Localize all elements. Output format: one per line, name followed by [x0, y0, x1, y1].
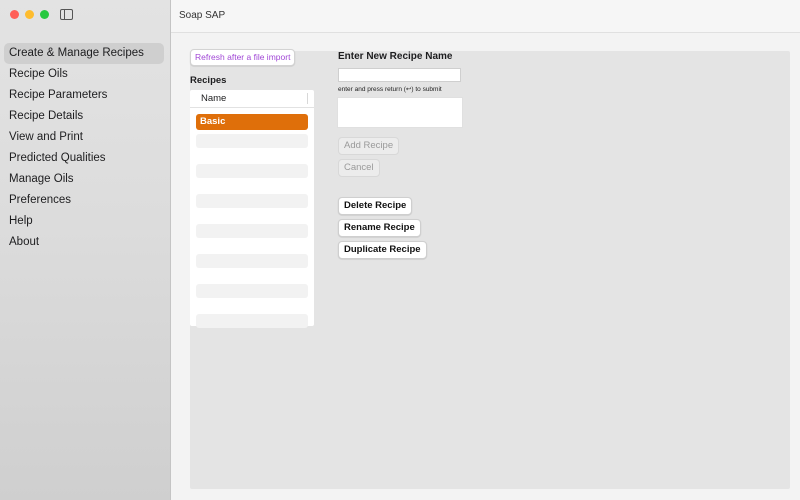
close-window-button[interactable]	[10, 10, 19, 19]
table-row-empty	[196, 314, 308, 328]
sidebar-item-manage-oils[interactable]: Manage Oils	[4, 169, 164, 190]
sidebar: Create & Manage Recipes Recipe Oils Reci…	[0, 0, 171, 500]
sidebar-item-view-and-print[interactable]: View and Print	[4, 127, 164, 148]
table-row-empty	[196, 194, 308, 208]
minimize-window-button[interactable]	[25, 10, 34, 19]
title-bar: Soap SAP	[171, 0, 800, 33]
zoom-window-button[interactable]	[40, 10, 49, 19]
table-row[interactable]: Basic	[196, 114, 308, 130]
table-header-name[interactable]: Name	[190, 90, 314, 108]
sidebar-item-preferences[interactable]: Preferences	[4, 190, 164, 211]
window-controls	[10, 10, 49, 19]
window-title: Soap SAP	[179, 10, 226, 21]
table-row-empty	[196, 284, 308, 298]
duplicate-recipe-button[interactable]: Duplicate Recipe	[338, 241, 427, 259]
delete-recipe-button[interactable]: Delete Recipe	[338, 197, 413, 215]
sidebar-item-about[interactable]: About	[4, 232, 164, 253]
new-recipe-label: Enter New Recipe Name	[338, 51, 453, 62]
sidebar-item-predicted-qualities[interactable]: Predicted Qualities	[4, 148, 164, 169]
table-row-empty	[196, 254, 308, 268]
recipes-heading: Recipes	[190, 75, 227, 86]
cancel-button[interactable]: Cancel	[338, 159, 380, 177]
sidebar-nav: Create & Manage Recipes Recipe Oils Reci…	[4, 43, 164, 253]
sidebar-item-help[interactable]: Help	[4, 211, 164, 232]
rename-recipe-button[interactable]: Rename Recipe	[338, 219, 421, 237]
table-row-empty	[196, 164, 308, 178]
table-row-empty	[196, 134, 308, 148]
sidebar-item-create-manage-recipes[interactable]: Create & Manage Recipes	[4, 43, 164, 64]
sidebar-item-recipe-parameters[interactable]: Recipe Parameters	[4, 85, 164, 106]
recipes-table[interactable]: Name Basic	[190, 90, 314, 328]
sidebar-item-recipe-oils[interactable]: Recipe Oils	[4, 64, 164, 85]
refresh-button[interactable]: Refresh after a file import	[190, 49, 296, 66]
main-content: Refresh after a file import Recipes Name…	[171, 33, 800, 500]
submit-hint: enter and press return (↩) to submit	[338, 86, 442, 93]
recipe-text-area[interactable]	[337, 97, 463, 128]
sidebar-toggle-icon[interactable]	[60, 9, 73, 20]
recipe-name-input[interactable]	[338, 68, 461, 82]
table-row-empty	[196, 224, 308, 238]
sidebar-item-recipe-details[interactable]: Recipe Details	[4, 106, 164, 127]
add-recipe-button[interactable]: Add Recipe	[338, 137, 400, 155]
